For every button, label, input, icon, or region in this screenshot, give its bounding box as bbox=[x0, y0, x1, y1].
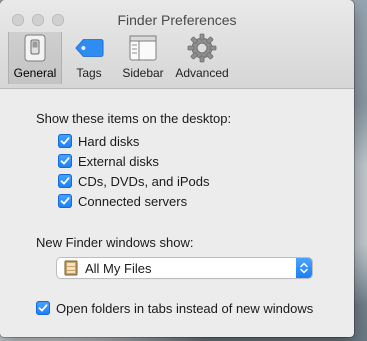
all-my-files-icon bbox=[63, 260, 79, 276]
checkbox-label: Connected servers bbox=[78, 193, 188, 209]
tab-tags[interactable]: Tags bbox=[62, 32, 116, 84]
tab-general-label: General bbox=[13, 66, 57, 80]
tab-sidebar-label: Sidebar bbox=[122, 66, 164, 80]
popup-selected-value: All My Files bbox=[85, 260, 152, 276]
checkbox-label: Hard disks bbox=[78, 133, 140, 149]
checkbox-checked-icon[interactable] bbox=[58, 194, 72, 208]
desktop-items-heading: Show these items on the desktop: bbox=[36, 111, 232, 126]
checkbox-label: External disks bbox=[78, 153, 159, 169]
checkbox-checked-icon[interactable] bbox=[58, 134, 72, 148]
checkbox-connected-servers[interactable]: Connected servers bbox=[58, 191, 354, 211]
checkbox-open-folders-in-tabs[interactable]: Open folders in tabs instead of new wind… bbox=[36, 298, 354, 318]
general-pane: Show these items on the desktop: Hard di… bbox=[0, 89, 354, 318]
tab-sidebar[interactable]: Sidebar bbox=[116, 32, 170, 84]
checkbox-checked-icon[interactable] bbox=[58, 154, 72, 168]
new-window-heading: New Finder windows show: bbox=[36, 235, 194, 250]
desktop-items-list: Hard disks External disks CDs, DVDs, and… bbox=[36, 131, 354, 211]
checkbox-external-disks[interactable]: External disks bbox=[58, 151, 354, 171]
checkbox-cds-dvds-ipods[interactable]: CDs, DVDs, and iPods bbox=[58, 171, 354, 191]
gear-icon bbox=[187, 33, 217, 63]
finder-preferences-window: Finder Preferences General Tags Sidebar … bbox=[0, 0, 354, 337]
checkbox-checked-icon[interactable] bbox=[58, 174, 72, 188]
checkbox-label: CDs, DVDs, and iPods bbox=[78, 173, 210, 189]
tag-icon bbox=[74, 33, 104, 63]
tab-general[interactable]: General bbox=[8, 32, 62, 84]
checkbox-checked-icon[interactable] bbox=[36, 301, 50, 315]
checkbox-hard-disks[interactable]: Hard disks bbox=[58, 131, 354, 151]
tab-tags-label: Tags bbox=[76, 66, 102, 80]
title-bar: Finder Preferences General Tags Sidebar … bbox=[0, 0, 354, 89]
sidebar-icon bbox=[128, 33, 158, 63]
tab-advanced[interactable]: Advanced bbox=[170, 32, 234, 84]
preferences-toolbar: General Tags Sidebar Advanced bbox=[8, 32, 234, 84]
checkbox-label: Open folders in tabs instead of new wind… bbox=[56, 300, 314, 316]
general-switch-icon bbox=[20, 33, 50, 63]
tab-advanced-label: Advanced bbox=[175, 66, 229, 80]
window-title: Finder Preferences bbox=[117, 12, 237, 28]
new-window-popup[interactable]: All My Files bbox=[57, 258, 312, 278]
popup-chevron-icon[interactable] bbox=[296, 258, 312, 278]
